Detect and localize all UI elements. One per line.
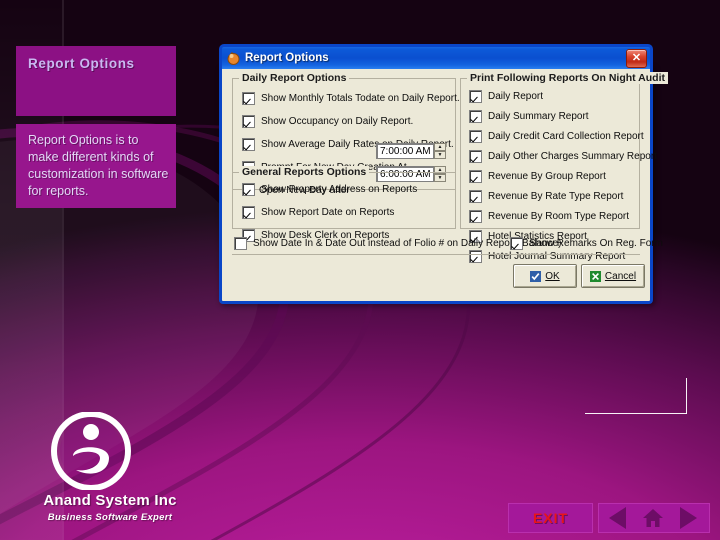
checkbox-label: Daily Credit Card Collection Report [488, 130, 644, 142]
checkbox-indicator[interactable] [469, 129, 482, 143]
checkbox-row[interactable]: Revenue By Rate Type Report [469, 188, 657, 204]
slide-body-block: Report Options is to make different kind… [16, 124, 176, 208]
checkbox-row[interactable]: Daily Summary Report [469, 108, 657, 124]
checkbox-indicator[interactable] [242, 137, 255, 151]
spinner-down-icon[interactable]: ▼ [434, 151, 446, 159]
checkbox-label: Show Monthly Totals Todate on Daily Repo… [261, 92, 460, 104]
checkbox-indicator[interactable] [469, 89, 482, 103]
checkbox-row[interactable]: Show Occupancy on Daily Report. [242, 113, 460, 129]
checkbox-label: Show Report Date on Reports [261, 206, 395, 218]
checkbox-label: Show Property Address on Reports [261, 183, 418, 195]
slide-title-block: Report Options [16, 46, 176, 116]
prompt-new-day-time-field[interactable]: 7:00:00 AM ▲ ▼ [376, 143, 446, 159]
checkbox-indicator[interactable] [242, 91, 255, 105]
company-name: Anand System Inc [43, 492, 177, 509]
checkbox-label: Daily Report [488, 90, 544, 102]
checkbox-label: Show Remarks On Reg. Form [529, 237, 663, 249]
checkbox-indicator[interactable] [242, 114, 255, 128]
checkbox-row[interactable]: Daily Credit Card Collection Report [469, 128, 657, 144]
prompt-new-day-spinner[interactable]: ▲ ▼ [434, 143, 446, 159]
triangle-right-icon [680, 507, 697, 529]
checkbox-row[interactable]: Show Property Address on Reports [242, 181, 417, 197]
dialog-titlebar[interactable]: Report Options ✕ [219, 44, 653, 69]
checkbox-row[interactable]: Show Report Date on Reports [242, 204, 417, 220]
checkbox-indicator[interactable] [469, 189, 482, 203]
show-remarks-row[interactable]: Show Remarks On Reg. Form [510, 235, 663, 251]
checkbox-label: Revenue By Rate Type Report [488, 190, 624, 202]
decorative-rule-horizontal [585, 413, 687, 414]
previous-slide-button[interactable] [601, 504, 634, 532]
checkbox-row[interactable]: Revenue By Group Report [469, 168, 657, 184]
ok-button[interactable]: OK [513, 264, 577, 288]
night-audit-reports-group: Print Following Reports On Night Audit D… [460, 72, 669, 263]
dialog-divider [232, 254, 640, 255]
cancel-button-label: Cancel [604, 270, 637, 282]
checkbox-row[interactable]: Revenue By Room Type Report [469, 208, 657, 224]
checkbox-label: Daily Summary Report [488, 110, 589, 122]
checkbox-label: Hotel Journal Summary Report [488, 250, 626, 262]
cancel-x-icon [589, 270, 601, 282]
ok-check-icon [530, 270, 542, 282]
spinner-up-icon[interactable]: ▲ [434, 143, 446, 151]
checkbox-indicator[interactable] [234, 236, 247, 250]
close-icon[interactable]: ✕ [626, 48, 647, 68]
general-reports-options-group: General Reports Options Show Property Ad… [232, 166, 456, 242]
checkbox-indicator[interactable] [469, 149, 482, 163]
slide-body-text: Report Options is to make different kind… [28, 133, 169, 198]
cancel-button[interactable]: Cancel [581, 264, 645, 288]
slide-stage: Report Options Report Options is to make… [0, 0, 720, 540]
checkbox-row[interactable]: Daily Report [469, 88, 657, 104]
checkbox-label: Revenue By Group Report [488, 170, 606, 182]
general-reports-options-legend: General Reports Options [239, 166, 370, 178]
navigation-button-group [598, 503, 710, 533]
company-tagline: Business Software Expert [47, 512, 173, 523]
home-slide-button[interactable] [636, 504, 669, 532]
checkbox-label: Daily Other Charges Summary Report [488, 150, 657, 162]
checkbox-label: Show Occupancy on Daily Report. [261, 115, 414, 127]
checkbox-indicator[interactable] [242, 205, 255, 219]
page-title: Report Options [28, 56, 135, 71]
company-logo [48, 411, 134, 491]
checkbox-indicator[interactable] [469, 249, 482, 263]
checkbox-indicator[interactable] [469, 169, 482, 183]
checkbox-row[interactable]: Daily Other Charges Summary Report [469, 148, 657, 164]
close-glyph: ✕ [631, 51, 642, 64]
decorative-rule-vertical [686, 378, 687, 414]
ok-button-label: OK [545, 270, 560, 282]
checkbox-indicator[interactable] [510, 236, 523, 250]
checkbox-row[interactable]: Show Monthly Totals Todate on Daily Repo… [242, 90, 460, 106]
triangle-left-icon [609, 507, 626, 529]
report-options-dialog: Report Options ✕ Daily Report Options Sh… [219, 44, 669, 304]
next-slide-button[interactable] [672, 504, 705, 532]
dialog-title: Report Options [245, 52, 329, 64]
checkbox-label: Revenue By Room Type Report [488, 210, 630, 222]
checkbox-indicator[interactable] [242, 182, 255, 196]
checkbox-indicator[interactable] [469, 209, 482, 223]
night-audit-reports-legend: Print Following Reports On Night Audit [467, 72, 669, 84]
exit-button-label: EXIT [532, 510, 569, 526]
home-icon [642, 509, 663, 527]
exit-button[interactable]: EXIT [508, 503, 593, 533]
checkbox-indicator[interactable] [469, 109, 482, 123]
daily-report-options-legend: Daily Report Options [239, 72, 350, 84]
prompt-new-day-time-input[interactable]: 7:00:00 AM [376, 143, 434, 159]
app-icon [226, 51, 241, 66]
